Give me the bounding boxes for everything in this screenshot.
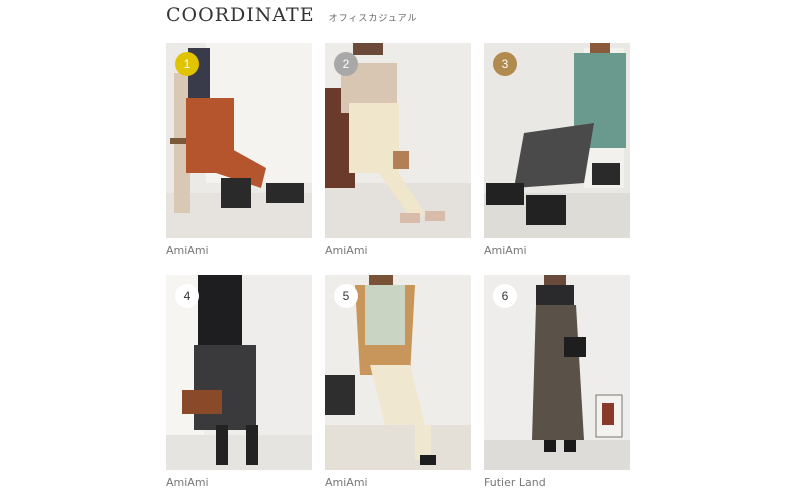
brand-name[interactable]: AmiAmi [325,476,471,489]
rank-number: 1 [183,57,191,71]
coordinate-card[interactable]: 3 AmiAmi [484,43,630,257]
section-header: COORDINATE オフィスカジュアル [166,4,418,26]
rank-badge: 3 [493,52,517,76]
section-title: COORDINATE [166,4,315,26]
coordinate-grid: 1 AmiAmi 2 AmiAmi 3 AmiAmi 4 AmiAmi 5 Am… [166,43,630,489]
rank-number: 3 [501,57,509,71]
brand-name[interactable]: AmiAmi [166,244,312,257]
rank-number: 5 [342,289,350,303]
coordinate-photo[interactable]: 4 [166,275,312,470]
coordinate-card[interactable]: 2 AmiAmi [325,43,471,257]
coordinate-card[interactable]: 4 AmiAmi [166,275,312,489]
coordinate-photo[interactable]: 2 [325,43,471,238]
coordinate-card[interactable]: 5 AmiAmi [325,275,471,489]
rank-badge: 1 [175,52,199,76]
brand-name[interactable]: AmiAmi [166,476,312,489]
coordinate-photo[interactable]: 1 [166,43,312,238]
rank-badge: 6 [493,284,517,308]
section-subtitle: オフィスカジュアル [328,14,418,24]
rank-number: 6 [501,289,509,303]
rank-number: 4 [183,289,191,303]
rank-badge: 5 [334,284,358,308]
coordinate-photo[interactable]: 5 [325,275,471,470]
brand-name[interactable]: AmiAmi [325,244,471,257]
brand-name[interactable]: AmiAmi [484,244,630,257]
rank-number: 2 [342,57,350,71]
rank-badge: 2 [334,52,358,76]
coordinate-photo[interactable]: 3 [484,43,630,238]
rank-badge: 4 [175,284,199,308]
coordinate-card[interactable]: 6 Futier Land [484,275,630,489]
coordinate-card[interactable]: 1 AmiAmi [166,43,312,257]
brand-name[interactable]: Futier Land [484,476,630,489]
coordinate-photo[interactable]: 6 [484,275,630,470]
